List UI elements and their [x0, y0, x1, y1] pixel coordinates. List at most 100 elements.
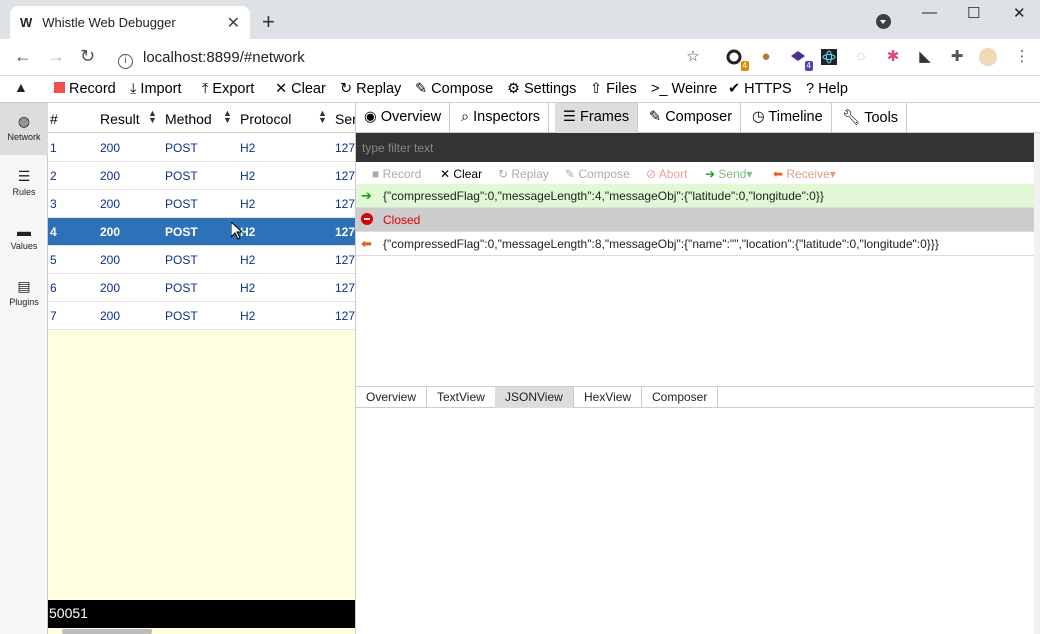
- weinre-button[interactable]: >_ Weinre: [651, 81, 717, 97]
- column-header-result[interactable]: Result: [100, 111, 140, 127]
- stop-icon: [361, 213, 373, 225]
- row-protocol: H2: [240, 253, 256, 267]
- site-info-icon[interactable]: i: [118, 54, 133, 69]
- frame-row-receive[interactable]: ⬅ {"compressedFlag":0,"messageLength":8,…: [356, 232, 1034, 256]
- import-button[interactable]: ⤓ Import: [130, 81, 182, 97]
- table-row[interactable]: 3 200 POST H2 127: [48, 190, 355, 218]
- maximize-icon[interactable]: ☐: [967, 4, 980, 22]
- collapse-menu-icon[interactable]: ▲: [14, 79, 28, 95]
- vertical-scrollbar[interactable]: [1034, 133, 1040, 634]
- subtab-jsonview[interactable]: JSONView: [495, 387, 574, 408]
- table-row[interactable]: 4 200 POST H2 127: [48, 218, 356, 246]
- table-row[interactable]: 6 200 POST H2 127: [48, 274, 356, 302]
- frame-row-send[interactable]: ➔ {"compressedFlag":0,"messageLength":4,…: [356, 184, 1034, 208]
- tab-frames[interactable]: ☰ Frames: [555, 103, 639, 133]
- frames-replay-button[interactable]: ↻ Replay: [498, 167, 549, 181]
- record-icon: [54, 82, 65, 93]
- row-server: 127: [335, 281, 356, 295]
- export-icon: ⤒: [202, 81, 209, 97]
- sort-icon[interactable]: ▲ ▼: [148, 109, 157, 125]
- tab-timeline[interactable]: ◷ Timeline: [744, 103, 832, 133]
- window-close-icon[interactable]: ✕: [1013, 4, 1026, 22]
- tab-tools[interactable]: 🔧︎ Tools: [834, 103, 908, 133]
- reload-icon[interactable]: ↻: [80, 46, 95, 67]
- table-row[interactable]: 7 200 POST H2 127: [48, 302, 355, 330]
- tab-overview[interactable]: ◉ Overview: [356, 103, 451, 133]
- url-field[interactable]: i localhost:8899/#network: [118, 49, 305, 69]
- sidebar-item-rules[interactable]: ☰ Rules: [0, 158, 48, 210]
- replay-icon: ↻: [340, 81, 353, 97]
- export-button[interactable]: ⤒ Export: [202, 81, 254, 97]
- compose-button[interactable]: ✎ Compose: [415, 81, 493, 97]
- table-row[interactable]: 5 200 POST H2 127: [48, 246, 355, 274]
- row-server: 127: [335, 225, 356, 239]
- frames-record-button[interactable]: ■ Record: [372, 167, 421, 181]
- extension-star-icon[interactable]: ✱: [884, 48, 902, 66]
- row-protocol: H2: [240, 141, 256, 155]
- profile-avatar[interactable]: [979, 48, 997, 66]
- subtab-overview[interactable]: Overview: [356, 387, 428, 408]
- tab-composer[interactable]: ✎ Composer: [641, 103, 742, 133]
- frames-send-dropdown[interactable]: ➔ Send▾: [705, 167, 752, 181]
- close-tab-icon[interactable]: ✕: [227, 13, 240, 33]
- browser-tab[interactable]: W Whistle Web Debugger ✕: [10, 6, 250, 39]
- table-row[interactable]: 1 200 POST H2 127: [48, 134, 355, 162]
- sort-icon[interactable]: ▲ ▼: [223, 109, 232, 125]
- tab-search-icon[interactable]: [876, 14, 891, 29]
- new-tab-button[interactable]: +: [262, 9, 275, 35]
- whistle-favicon-icon: W: [20, 15, 33, 30]
- subtab-composer[interactable]: Composer: [642, 387, 719, 408]
- tab-inspectors[interactable]: ⌕ Inspectors: [453, 103, 550, 133]
- react-devtools-icon[interactable]: [820, 48, 838, 66]
- clear-icon: ✕: [440, 167, 454, 181]
- extension-bookmark-icon[interactable]: ◣: [916, 48, 934, 66]
- subtab-hexview[interactable]: HexView: [574, 387, 643, 408]
- row-result: 200: [100, 225, 121, 239]
- column-header-number[interactable]: #: [50, 111, 58, 127]
- row-number: 1: [50, 141, 57, 155]
- plugin-icon: ▤: [17, 278, 31, 294]
- frames-filter-input[interactable]: type filter text: [356, 133, 1034, 162]
- horizontal-scrollbar[interactable]: [62, 629, 152, 634]
- browser-menu-icon[interactable]: ⋮: [1013, 48, 1031, 66]
- cookie-icon[interactable]: ●: [757, 48, 775, 66]
- list-icon: ☰: [563, 109, 581, 125]
- help-icon: ?: [806, 81, 815, 97]
- bookmark-star-icon[interactable]: ☆: [684, 48, 702, 66]
- settings-button[interactable]: ⚙ Settings: [507, 81, 576, 97]
- replay-button[interactable]: ↻ Replay: [340, 81, 401, 97]
- list-icon: ☰: [17, 168, 31, 184]
- frames-clear-button[interactable]: ✕ Clear: [440, 167, 482, 181]
- back-icon[interactable]: ←: [14, 46, 32, 67]
- column-header-protocol[interactable]: Protocol: [240, 111, 291, 127]
- subtab-textview[interactable]: TextView: [427, 387, 496, 408]
- compose-icon: ✎: [415, 81, 428, 97]
- sidebar-item-network[interactable]: ◍ Network: [0, 103, 48, 155]
- check-icon: ✔: [728, 81, 741, 97]
- frames-compose-button[interactable]: ✎ Compose: [565, 167, 630, 181]
- extension-hat-icon[interactable]: 4: [789, 48, 813, 71]
- files-button[interactable]: ⇧ Files: [590, 81, 637, 97]
- column-header-server[interactable]: Ser: [335, 111, 355, 127]
- https-button[interactable]: ✔ HTTPS: [728, 81, 792, 97]
- sort-icon[interactable]: ▲ ▼: [318, 109, 327, 125]
- extension-circle-icon[interactable]: ◌: [852, 48, 870, 66]
- frame-row-closed[interactable]: Closed: [356, 208, 1034, 232]
- frames-abort-button[interactable]: ⊘ Abort: [646, 167, 687, 181]
- sidebar-item-plugins[interactable]: ▤ Plugins: [0, 268, 48, 320]
- table-row[interactable]: 2 200 POST H2 127: [48, 162, 355, 190]
- detail-panel: ◉ Overview ⌕ Inspectors ☰ Frames ✎ Compo…: [356, 103, 1040, 634]
- extensions-puzzle-icon[interactable]: ✚: [948, 48, 966, 66]
- row-result: 200: [100, 197, 121, 211]
- help-button[interactable]: ? Help: [806, 81, 848, 97]
- column-header-method[interactable]: Method: [165, 111, 212, 127]
- clear-button[interactable]: ✕ Clear: [275, 81, 326, 97]
- frames-receive-dropdown[interactable]: ⬅ Receive▾: [773, 167, 836, 181]
- forward-icon[interactable]: →: [47, 46, 65, 67]
- sidebar-item-values[interactable]: ▬ Values: [0, 213, 48, 265]
- row-method: POST: [165, 141, 198, 155]
- minimize-icon[interactable]: —: [922, 4, 937, 21]
- row-number: 5: [50, 253, 57, 267]
- record-button[interactable]: Record: [54, 81, 116, 97]
- extension-c-icon[interactable]: 4: [725, 48, 749, 71]
